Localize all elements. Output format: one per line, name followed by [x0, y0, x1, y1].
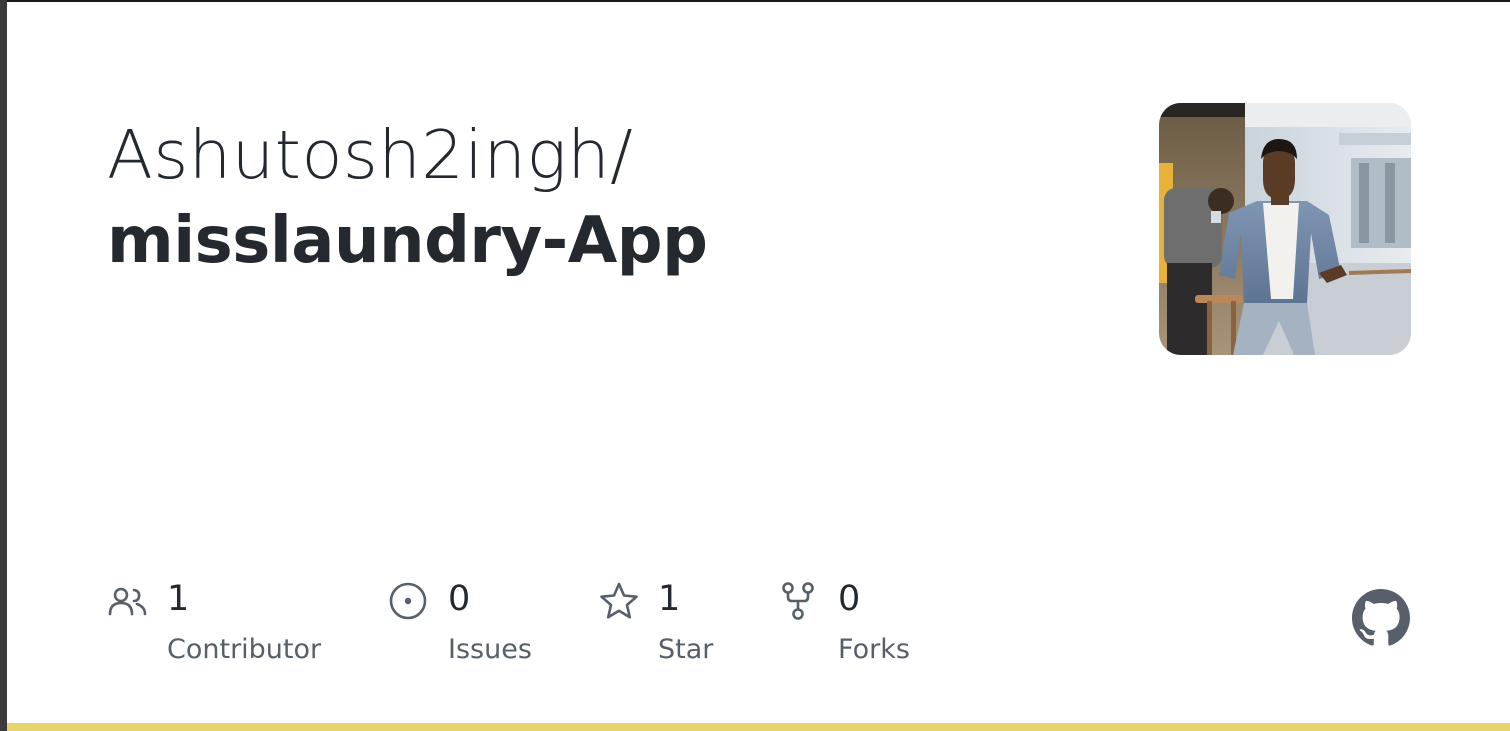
issues-count: 0	[448, 579, 471, 619]
owner-avatar[interactable]	[1159, 103, 1411, 355]
stat-contributors[interactable]: 1 Contributor	[107, 572, 347, 682]
repo-name[interactable]: misslaundry-App	[107, 198, 1087, 284]
stat-issues[interactable]: 0 Issues	[387, 572, 567, 682]
issues-icon	[389, 582, 427, 620]
contributors-label: Contributor	[167, 634, 322, 665]
star-icon	[600, 582, 638, 619]
contributors-icon	[108, 587, 147, 616]
stars-count: 1	[658, 579, 681, 619]
stars-label: Star	[658, 634, 714, 665]
issues-label: Issues	[448, 634, 532, 665]
repo-title[interactable]: Ashutosh2ingh/ misslaundry-App	[107, 112, 1087, 284]
stat-stars[interactable]: 1 Star	[598, 572, 748, 682]
contributors-count: 1	[167, 579, 190, 619]
stat-forks[interactable]: 0 Forks	[777, 572, 947, 682]
language-color-bar	[7, 723, 1510, 731]
forks-count: 0	[838, 579, 861, 619]
fork-icon	[782, 582, 814, 620]
github-icon[interactable]	[1352, 589, 1410, 647]
repo-owner[interactable]: Ashutosh2ingh/	[107, 112, 1087, 198]
forks-label: Forks	[838, 634, 910, 665]
social-preview-card: Ashutosh2ingh/ misslaundry-App 1 Contrib…	[7, 0, 1510, 731]
avatar-photo	[1159, 103, 1411, 355]
